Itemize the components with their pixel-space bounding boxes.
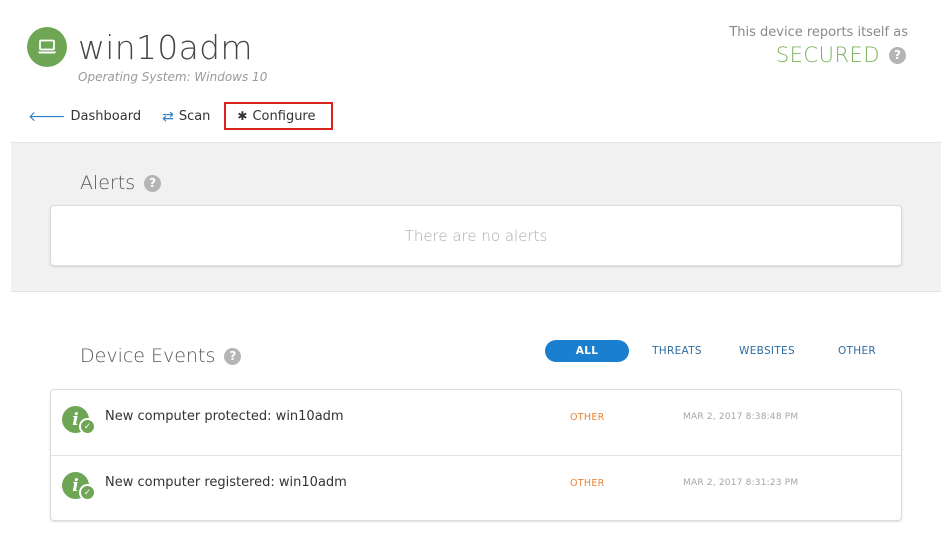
scan-link[interactable]: ⇄ Scan [162,105,210,129]
dashboard-link-label: Dashboard [70,109,142,124]
filter-all-button[interactable]: ALL [545,340,629,362]
alerts-card: There are no alerts [50,205,902,266]
dashboard-link[interactable]: 🡐 Dashboard [28,105,141,129]
laptop-icon [38,39,56,54]
scan-link-label: Scan [178,109,211,124]
device-os-label: Operating System: Windows 10 [78,70,268,84]
device-nav: 🡐 Dashboard ⇄ Scan ✱ Configure [28,102,333,130]
status-secured-text: SECURED [775,43,880,67]
configure-link[interactable]: ✱ Configure [224,102,333,130]
status-caption: This device reports itself as [729,25,908,40]
status-value: SECURED ? [776,43,906,67]
event-timestamp: MAR 2, 2017 8:38:48 PM [683,412,799,422]
refresh-icon: ⇄ [162,108,174,125]
arrow-left-icon: 🡐 [28,109,66,125]
alerts-title-text: Alerts [80,172,136,194]
info-check-icon: i ✓ [62,472,96,504]
event-timestamp: MAR 2, 2017 8:31:23 PM [683,478,799,488]
configure-link-label: Configure [252,108,316,124]
event-description: New computer protected: win10adm [105,409,344,424]
event-row[interactable]: i ✓ New computer registered: win10adm OT… [51,455,901,520]
no-alerts-message: There are no alerts [404,226,548,245]
gear-icon: ✱ [237,109,248,123]
help-icon[interactable]: ? [889,46,906,64]
events-list: i ✓ New computer protected: win10adm OTH… [50,389,902,521]
event-filters: ALL THREATS WEBSITES OTHER [545,340,905,362]
device-events-title-text: Device Events [80,345,216,367]
help-icon[interactable]: ? [144,174,162,192]
alerts-section: Alerts ? There are no alerts [11,142,941,292]
event-type: OTHER [570,412,605,423]
device-events-title: Device Events ? [80,345,242,367]
device-avatar [27,27,67,67]
help-icon[interactable]: ? [224,347,242,365]
filter-threats-button[interactable]: THREATS [635,340,719,362]
info-check-icon: i ✓ [62,406,96,438]
check-icon: ✓ [79,484,96,501]
page-title: win10adm [78,28,253,67]
event-description: New computer registered: win10adm [105,475,347,490]
check-icon: ✓ [79,418,96,435]
filter-other-button[interactable]: OTHER [815,340,899,362]
event-type: OTHER [570,478,605,489]
alerts-title: Alerts ? [80,172,162,194]
event-row[interactable]: i ✓ New computer protected: win10adm OTH… [51,390,901,455]
filter-websites-button[interactable]: WEBSITES [725,340,809,362]
